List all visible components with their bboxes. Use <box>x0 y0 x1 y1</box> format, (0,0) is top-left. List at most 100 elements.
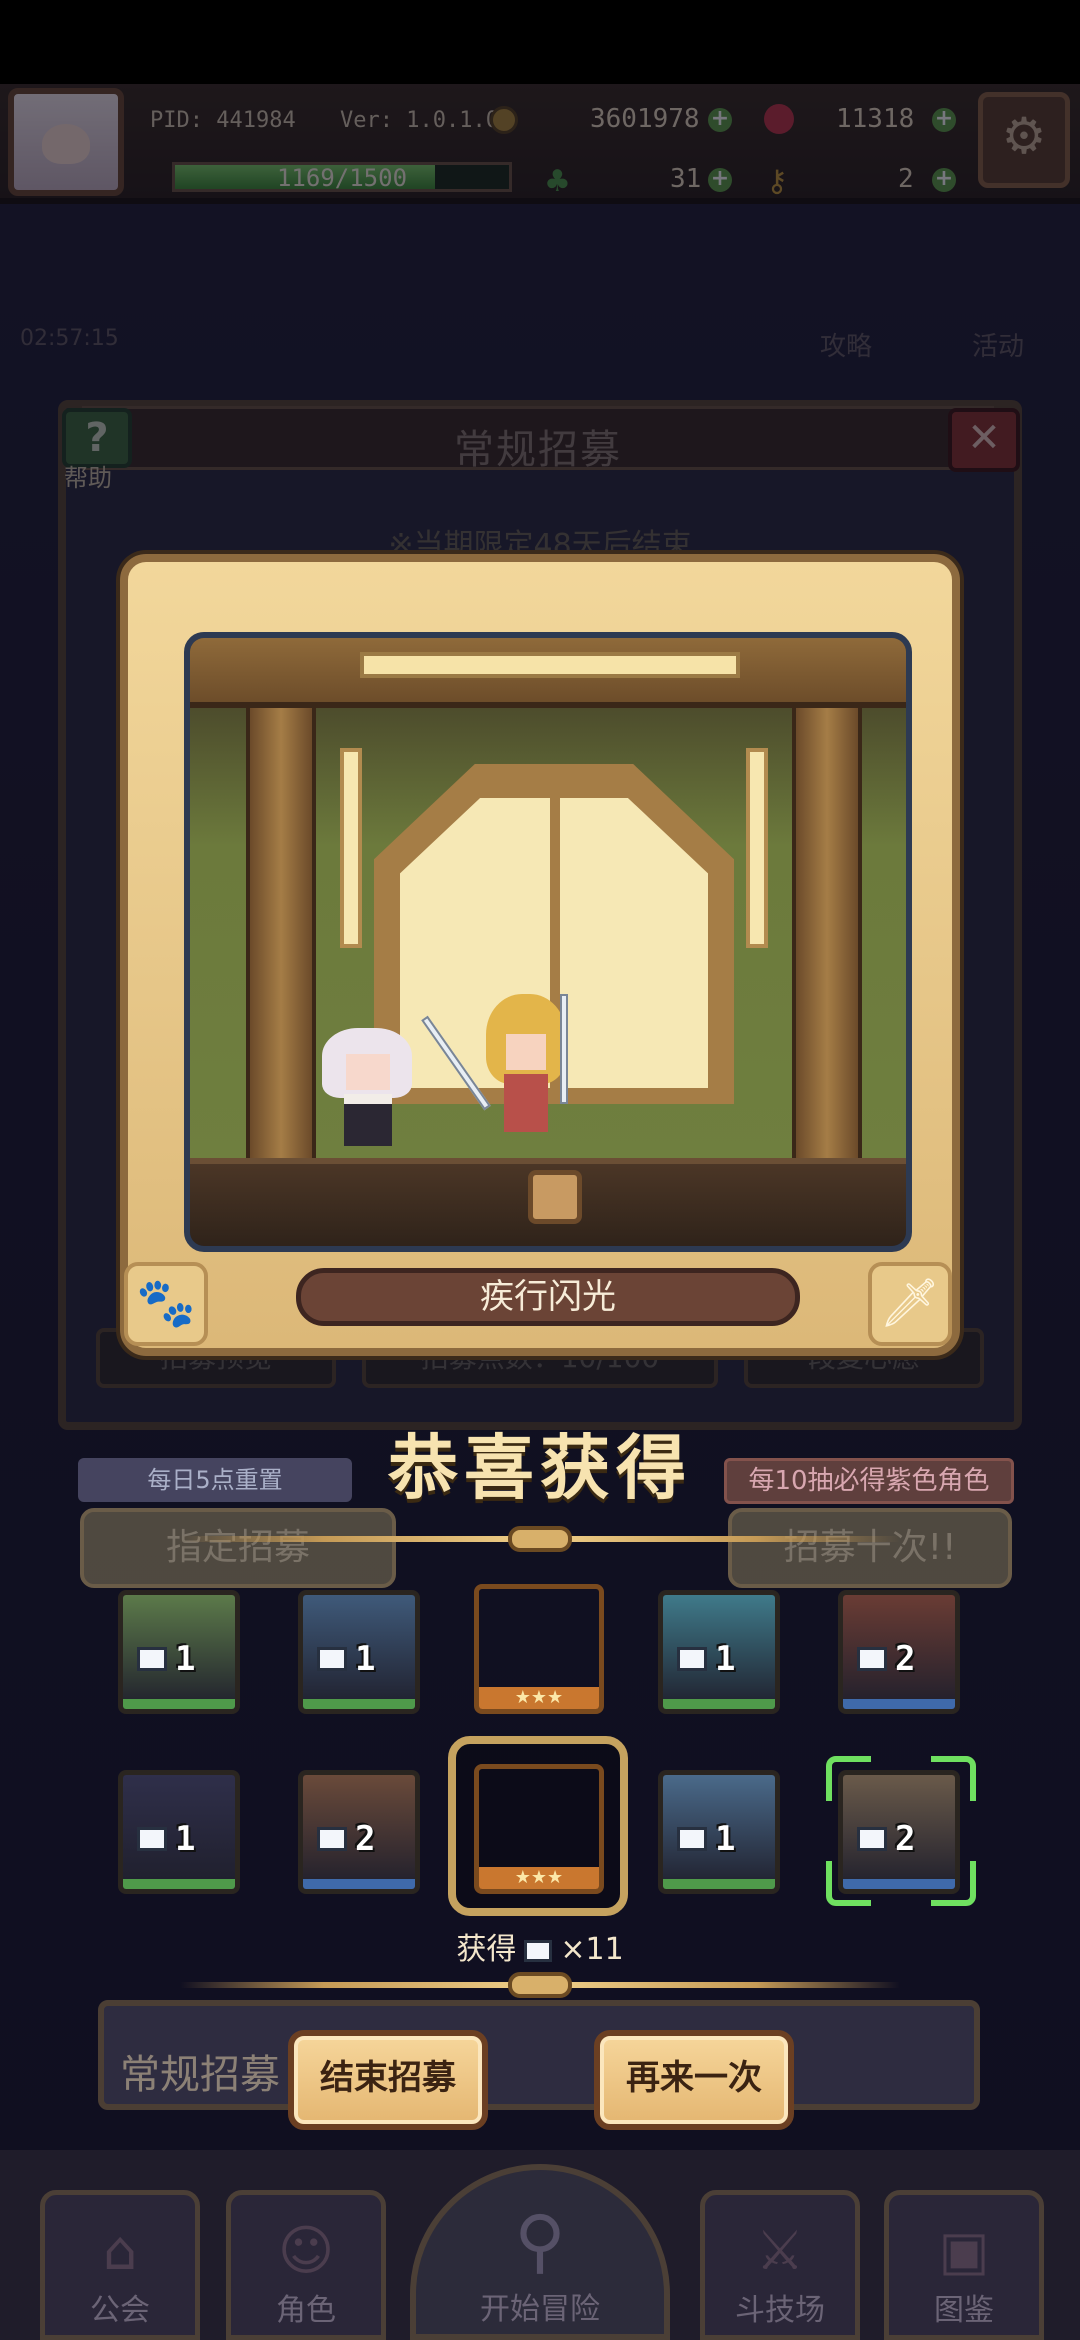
shard-count: 1 <box>175 1819 196 1859</box>
add-gold-icon[interactable]: + <box>708 108 732 132</box>
close-button[interactable]: ✕ <box>948 408 1020 472</box>
guide-label: 攻略 <box>820 332 873 362</box>
coin-icon <box>490 106 518 134</box>
rarity-stripe <box>843 1699 955 1709</box>
white-haired-character-sprite <box>322 1028 412 1158</box>
codex-icon: ▣ <box>938 2219 990 2282</box>
divider-bottom <box>180 1972 900 1998</box>
shard-count: 1 <box>175 1639 196 1679</box>
character-reveal-frame: 疾行闪光 🐾 🗡 <box>120 554 960 1356</box>
shard-reward-card[interactable]: 1 <box>298 1590 420 1714</box>
gem-icon <box>764 104 794 134</box>
reveal-scene <box>184 632 912 1252</box>
shard-icon <box>857 1647 887 1671</box>
shard-count: 2 <box>355 1819 376 1859</box>
scene-pillar-left <box>246 708 316 1158</box>
selection-bracket <box>826 1756 976 1906</box>
rarity-stripe <box>123 1879 235 1889</box>
crossed-swords-icon: ⚔ <box>755 2219 805 2282</box>
end-recruit-button[interactable]: 结束招募 <box>288 2030 488 2130</box>
guild-icon: ⌂ <box>102 2219 138 2282</box>
new-character-card[interactable]: ★★★ <box>474 1584 604 1714</box>
shard-count: 1 <box>715 1639 736 1679</box>
player-avatar[interactable] <box>8 88 124 196</box>
xp-text: 1169/1500 <box>276 164 408 192</box>
nav-codex-label: 图鉴 <box>934 2293 994 2328</box>
character-name-plate: 疾行闪光 <box>296 1268 800 1326</box>
lower-banner-title: 常规招募 <box>120 2052 280 2098</box>
player-info-panel: PID: 441984 Ver: 1.0.1.0 3601978 + 11318… <box>136 94 966 199</box>
game-version: Ver: 1.0.1.0 <box>340 108 499 133</box>
targeted-recruit-button: 指定招募 <box>80 1508 396 1588</box>
add-clover-icon[interactable]: + <box>708 168 732 192</box>
nav-arena[interactable]: ⚔ 斗技场 <box>700 2190 860 2340</box>
xp-bar: 1169/1500 <box>172 162 512 192</box>
scene-lantern <box>746 748 768 948</box>
star-rating: ★★★ <box>479 1687 599 1709</box>
player-id: PID: 441984 <box>150 108 296 133</box>
shard-count: 1 <box>715 1819 736 1859</box>
obtain-summary: 获得 ×11 <box>0 1924 1080 1968</box>
key-icon: ⚷ <box>766 164 788 199</box>
recruit-panel-title: 常规招募 <box>454 427 622 473</box>
key-amount: 2 <box>898 164 914 194</box>
shard-icon <box>677 1827 707 1851</box>
rarity-stripe <box>663 1879 775 1889</box>
nav-characters-label: 角色 <box>276 2293 336 2328</box>
shard-icon <box>137 1647 167 1671</box>
rarity-stripe <box>303 1879 415 1889</box>
nav-arena-label: 斗技场 <box>735 2293 825 2328</box>
scene-lantern <box>340 748 362 948</box>
gem-amount: 11318 <box>836 104 915 134</box>
obtain-prefix: 获得 <box>456 1932 517 1967</box>
shard-icon <box>524 1939 553 1962</box>
sword-class-icon: 🗡 <box>868 1262 952 1346</box>
recruit-panel-header: 常规招募 <box>82 406 994 473</box>
guarantee-label: 每10抽必得紫色角色 <box>724 1458 1014 1504</box>
character-icon: ☺ <box>277 2219 335 2282</box>
shard-reward-card[interactable]: 1 <box>658 1590 780 1714</box>
shard-reward-card[interactable]: 1 <box>118 1590 240 1714</box>
class-medal-icon <box>528 1170 582 1224</box>
nav-characters[interactable]: ☺ 角色 <box>226 2190 386 2340</box>
shard-count: 1 <box>355 1639 376 1679</box>
paw-icon: 🐾 <box>124 1262 208 1346</box>
scene-pillar-right <box>792 708 862 1158</box>
shard-reward-card[interactable]: 1 <box>658 1770 780 1894</box>
divider-top <box>180 1526 900 1552</box>
new-character-card[interactable]: ★★★ <box>474 1764 604 1894</box>
nav-adventure-label: 开始冒险 <box>480 2292 600 2327</box>
gold-amount: 3601978 <box>590 104 700 134</box>
nav-guild[interactable]: ⌂ 公会 <box>40 2190 200 2340</box>
obtain-count: ×11 <box>560 1932 624 1967</box>
clover-icon: ♣ <box>544 164 571 199</box>
shard-reward-card[interactable]: 2 <box>298 1770 420 1894</box>
ten-pull-button: 招募十次!! <box>728 1508 1012 1588</box>
shard-reward-card[interactable]: 2 <box>838 1590 960 1714</box>
rarity-stripe <box>663 1699 775 1709</box>
add-gem-icon[interactable]: + <box>932 108 956 132</box>
top-status-bar: PID: 441984 Ver: 1.0.1.0 3601978 + 11318… <box>0 84 1080 204</box>
daily-reset-label: 每日5点重置 <box>78 1458 352 1502</box>
help-label: 帮助 <box>64 464 112 492</box>
event-label: 活动 <box>972 332 1025 362</box>
magnifier-icon: ⚲ <box>514 2200 566 2282</box>
shard-icon <box>317 1647 347 1671</box>
star-rating: ★★★ <box>479 1867 599 1889</box>
rarity-stripe <box>303 1699 415 1709</box>
rarity-stripe <box>123 1699 235 1709</box>
shard-icon <box>137 1827 167 1851</box>
recruit-again-button[interactable]: 再来一次 <box>594 2030 794 2130</box>
add-key-icon[interactable]: + <box>932 168 956 192</box>
scene-beam-light <box>360 652 740 678</box>
clover-amount: 31 <box>670 164 702 194</box>
shard-icon <box>677 1647 707 1671</box>
shard-reward-card[interactable]: 1 <box>118 1770 240 1894</box>
settings-gear-icon[interactable] <box>978 92 1070 188</box>
nav-guild-label: 公会 <box>90 2293 150 2328</box>
shard-count: 2 <box>895 1639 916 1679</box>
sword-icon <box>560 994 568 1104</box>
nav-codex[interactable]: ▣ 图鉴 <box>884 2190 1044 2340</box>
shard-icon <box>317 1827 347 1851</box>
timer-label: 02:57:15 <box>20 326 119 351</box>
